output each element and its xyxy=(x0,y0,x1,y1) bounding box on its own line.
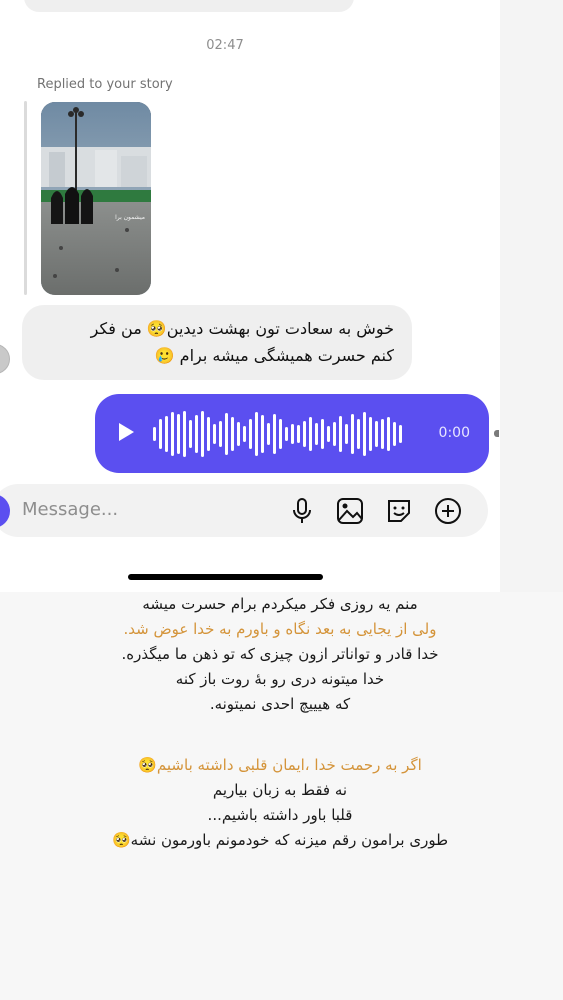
waveform-bar xyxy=(339,416,342,452)
waveform-bar xyxy=(231,417,234,451)
waveform-bar xyxy=(375,421,378,447)
plus-circle-icon[interactable] xyxy=(433,496,463,526)
chat-panel: 02:47 Replied to your story میشمون برا خ… xyxy=(0,0,500,592)
waveform-bar xyxy=(201,411,204,457)
waveform-bar xyxy=(159,419,162,449)
waveform-bar xyxy=(279,419,282,449)
waveform-bar xyxy=(249,419,252,449)
sticker-icon[interactable] xyxy=(384,496,414,526)
waveform-bar xyxy=(171,412,174,456)
note-line: خدا قادر و تواناتر ازون چیزی که تو ذهن م… xyxy=(121,645,439,663)
play-icon[interactable] xyxy=(119,423,134,441)
waveform-bar xyxy=(297,425,300,443)
note-block-2: اگر به رحمت خدا ،ایمان قلبی داشته باشیم🥺… xyxy=(40,753,520,853)
waveform-bar xyxy=(207,417,210,451)
waveform-bar xyxy=(351,414,354,454)
waveform-bar xyxy=(189,420,192,448)
waveform-bar xyxy=(237,422,240,446)
waveform-bar xyxy=(399,425,402,443)
voice-message-bubble[interactable]: 0:00 xyxy=(95,394,489,473)
note-line: طوری برامون رقم میزنه که خودمونم باورمون… xyxy=(111,831,449,849)
story-image xyxy=(41,102,151,295)
voice-duration: 0:00 xyxy=(438,425,470,441)
waveform-bar xyxy=(267,423,270,445)
waveform-bar xyxy=(309,417,312,451)
avatar[interactable] xyxy=(0,344,10,374)
waveform-bar xyxy=(225,413,228,455)
waveform-bar xyxy=(381,419,384,449)
camera-button[interactable] xyxy=(0,494,10,528)
story-caption: میشمون برا xyxy=(115,214,145,221)
waveform-bar xyxy=(213,424,216,444)
waveform-bar xyxy=(327,426,330,442)
waveform-bar xyxy=(195,415,198,453)
home-indicator[interactable] xyxy=(128,574,323,580)
note-line-highlight: ولی از یجایی به بعد نگاه و باورم به خدا … xyxy=(123,620,437,638)
waveform-bar xyxy=(291,424,294,444)
note-line: که هیییچ احدی نمیتونه. xyxy=(209,695,351,713)
waveform-bar xyxy=(165,416,168,452)
waveform-bar xyxy=(333,422,336,446)
note-block-1: منم یه روزی فکر میکردم برام حسرت میشه ول… xyxy=(40,592,520,717)
waveform-bar xyxy=(345,424,348,444)
story-thumbnail[interactable]: میشمون برا xyxy=(41,102,151,295)
waveform-bar xyxy=(219,421,222,447)
microphone-icon[interactable] xyxy=(287,496,317,526)
waveform-bar xyxy=(393,422,396,446)
waveform-bar xyxy=(261,415,264,453)
reply-indicator-bar xyxy=(24,101,27,295)
waveform-icon xyxy=(153,411,402,457)
waveform-bar xyxy=(255,412,258,456)
note-line: قلبا باور داشته باشیم... xyxy=(207,806,353,824)
note-line: منم یه روزی فکر میکردم برام حسرت میشه xyxy=(142,595,418,613)
note-line: خدا میتونه دری رو بهٔ روت باز کنه xyxy=(175,670,385,688)
waveform-bar xyxy=(273,414,276,454)
waveform-bar xyxy=(243,426,246,442)
incoming-message-bubble[interactable]: خوش به سعادت تون بهشت دیدین🥺 من فکر کنم … xyxy=(22,305,412,380)
waveform-bar xyxy=(303,421,306,447)
waveform-bar xyxy=(183,411,186,457)
replied-to-story-label: Replied to your story xyxy=(37,77,173,92)
note-line-highlight: اگر به رحمت خدا ،ایمان قلبی داشته باشیم🥺 xyxy=(138,756,422,774)
message-timestamp: 02:47 xyxy=(206,38,244,53)
incoming-message-line-1: خوش به سعادت تون بهشت دیدین🥺 من فکر xyxy=(90,319,394,338)
message-reaction-indicator xyxy=(494,430,499,437)
incoming-message-line-2: کنم حسرت همیشگی میشه برام 🥲 xyxy=(154,346,394,365)
waveform-bar xyxy=(363,412,366,456)
message-composer: Message... xyxy=(0,484,488,537)
waveform-bar xyxy=(177,414,180,454)
waveform-bar xyxy=(357,419,360,449)
waveform-bar xyxy=(285,427,288,441)
right-gutter xyxy=(500,0,563,592)
message-input[interactable]: Message... xyxy=(22,499,242,520)
image-icon[interactable] xyxy=(335,496,365,526)
previous-message-bubble[interactable] xyxy=(24,0,354,12)
waveform-bar xyxy=(387,417,390,451)
waveform-bar xyxy=(321,419,324,449)
note-line: نه فقط به زبان بیاریم xyxy=(212,781,348,799)
waveform-bar xyxy=(153,427,156,441)
waveform-bar xyxy=(315,423,318,445)
waveform-bar xyxy=(369,417,372,451)
